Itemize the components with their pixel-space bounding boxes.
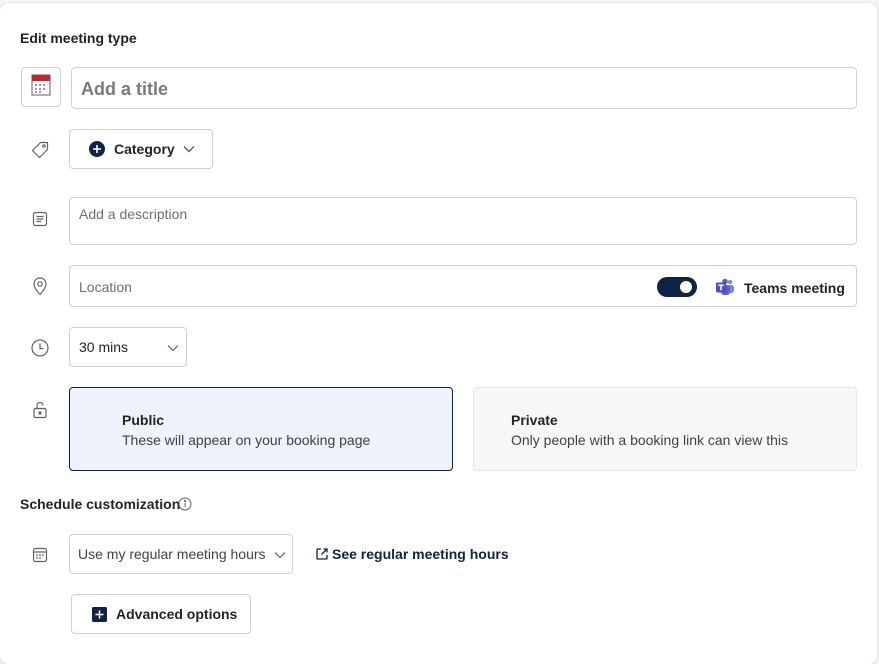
- edit-meeting-panel: Edit meeting type Add a title Category A…: [0, 3, 877, 664]
- see-regular-hours-label: See regular meeting hours: [332, 546, 509, 562]
- advanced-options-label: Advanced options: [116, 606, 238, 622]
- lock-open-icon: [29, 399, 51, 421]
- category-label: Category: [114, 141, 175, 157]
- see-regular-hours-link[interactable]: See regular meeting hours: [315, 546, 509, 562]
- clock-icon: [29, 337, 51, 359]
- schedule-heading: Schedule customization: [20, 496, 181, 512]
- calendar-icon-button[interactable]: [21, 67, 61, 107]
- location-input[interactable]: Location Teams meeting: [69, 265, 857, 307]
- teams-meeting-toggle[interactable]: [657, 277, 697, 297]
- location-pin-icon: [29, 275, 51, 297]
- public-option-subtitle: These will appear on your booking page: [122, 432, 371, 448]
- plus-icon: [92, 606, 107, 622]
- chevron-down-icon: [274, 551, 286, 559]
- advanced-options-button[interactable]: Advanced options: [71, 594, 251, 634]
- tag-icon: [29, 139, 51, 161]
- chevron-down-icon: [167, 344, 179, 352]
- title-placeholder: Add a title: [81, 79, 169, 99]
- page-title: Edit meeting type: [20, 30, 137, 46]
- teams-icon: [715, 277, 735, 302]
- private-option-title: Private: [511, 412, 558, 428]
- category-button[interactable]: Category: [69, 129, 213, 169]
- title-input[interactable]: Add a title: [71, 67, 857, 109]
- description-placeholder: Add a description: [79, 206, 188, 222]
- description-input[interactable]: Add a description: [69, 197, 857, 245]
- calendar-grid-icon: [29, 544, 51, 566]
- open-external-icon: [315, 547, 329, 561]
- calendar-icon: [31, 74, 51, 101]
- meeting-hours-select[interactable]: Use my regular meeting hours: [69, 534, 293, 574]
- private-option-subtitle: Only people with a booking link can view…: [511, 432, 789, 448]
- chevron-down-icon: [183, 145, 195, 153]
- info-icon[interactable]: [177, 496, 193, 512]
- toggle-knob: [680, 281, 692, 293]
- location-placeholder: Location: [79, 279, 132, 295]
- note-icon: [29, 208, 51, 230]
- meeting-hours-value: Use my regular meeting hours: [78, 546, 266, 562]
- public-option-title: Public: [122, 412, 165, 428]
- teams-meeting-label: Teams meeting: [744, 280, 845, 296]
- plus-circle-icon: [89, 141, 105, 157]
- duration-value: 30 mins: [79, 339, 129, 355]
- private-option-card[interactable]: Private Only people with a booking link …: [473, 387, 857, 471]
- public-option-card[interactable]: Public These will appear on your booking…: [69, 387, 453, 471]
- duration-select[interactable]: 30 mins: [69, 327, 187, 367]
